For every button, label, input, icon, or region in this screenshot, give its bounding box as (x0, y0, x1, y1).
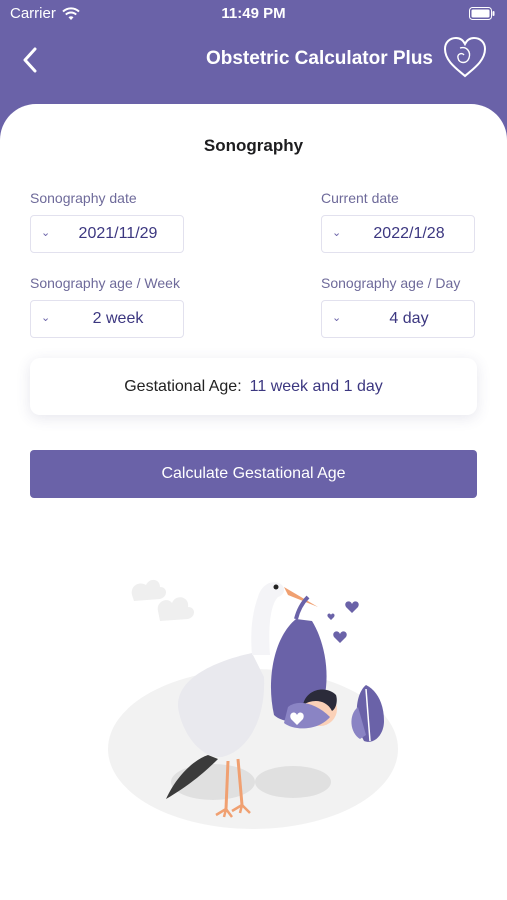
back-arrow-icon (23, 47, 37, 73)
battery-icon (469, 7, 495, 20)
sonography-date-label: Sonography date (30, 190, 137, 206)
age-day-picker[interactable]: ⌄ 4 day (321, 300, 475, 338)
age-day-label: Sonography age / Day (321, 275, 461, 291)
result-value: 11 week and 1 day (249, 377, 383, 395)
chevron-down-icon: ⌄ (332, 227, 342, 239)
result-label: Gestational Age: (124, 377, 242, 395)
back-button[interactable] (12, 42, 48, 78)
chevron-down-icon: ⌄ (332, 312, 342, 324)
sonography-date-picker[interactable]: ⌄ 2021/11/29 (30, 215, 184, 253)
calculate-button[interactable]: Calculate Gestational Age (30, 450, 477, 498)
age-week-label: Sonography age / Week (30, 275, 180, 291)
heart-logo-icon (443, 36, 487, 78)
current-date-picker[interactable]: ⌄ 2022/1/28 (321, 215, 475, 253)
status-time: 11:49 PM (221, 5, 286, 22)
age-day-value: 4 day (389, 310, 429, 327)
content-card: Sonography Sonography date ⌄ 2021/11/29 … (0, 104, 507, 900)
section-title: Sonography (203, 136, 304, 155)
age-week-picker[interactable]: ⌄ 2 week (30, 300, 184, 338)
nav-bar: Obstetric Calculator Plus (0, 28, 507, 108)
chevron-down-icon: ⌄ (41, 227, 51, 239)
gestational-age-result: Gestational Age: 11 week and 1 day (30, 358, 477, 415)
status-bar: Carrier 11:49 PM (0, 0, 507, 28)
age-week-value: 2 week (92, 310, 144, 327)
current-date-label: Current date (321, 190, 399, 206)
current-date-value: 2022/1/28 (373, 225, 445, 242)
stork-baby-illustration (108, 579, 398, 829)
chevron-down-icon: ⌄ (41, 312, 51, 324)
nav-title: Obstetric Calculator Plus (205, 48, 433, 69)
sonography-date-value: 2021/11/29 (78, 225, 158, 242)
